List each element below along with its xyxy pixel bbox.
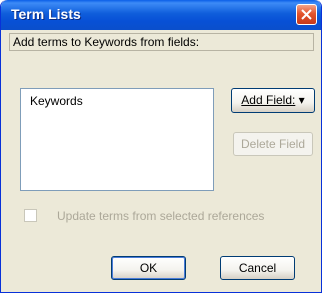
instruction-label: Add terms to Keywords from fields: — [9, 33, 314, 51]
delete-field-button[interactable]: Delete Field — [233, 132, 313, 156]
ok-button[interactable]: OK — [111, 256, 186, 280]
update-terms-checkbox[interactable] — [24, 209, 37, 222]
chevron-down-icon: ▾ — [298, 93, 305, 107]
list-item[interactable]: Keywords — [30, 94, 83, 108]
close-button[interactable] — [296, 4, 317, 25]
title-bar[interactable]: Term Lists — [1, 0, 321, 30]
cancel-button[interactable]: Cancel — [220, 256, 295, 280]
close-icon — [301, 9, 312, 20]
window-title: Term Lists — [11, 6, 81, 22]
term-lists-dialog: Term Lists Add terms to Keywords from fi… — [0, 0, 322, 293]
update-terms-label: Update terms from selected references — [57, 209, 265, 223]
add-field-button[interactable]: Add Field: ▾ — [231, 88, 315, 113]
add-field-label: Add Field: — [241, 93, 296, 107]
fields-listbox[interactable]: Keywords — [20, 88, 214, 191]
dialog-body: Add terms to Keywords from fields: Keywo… — [4, 30, 318, 289]
